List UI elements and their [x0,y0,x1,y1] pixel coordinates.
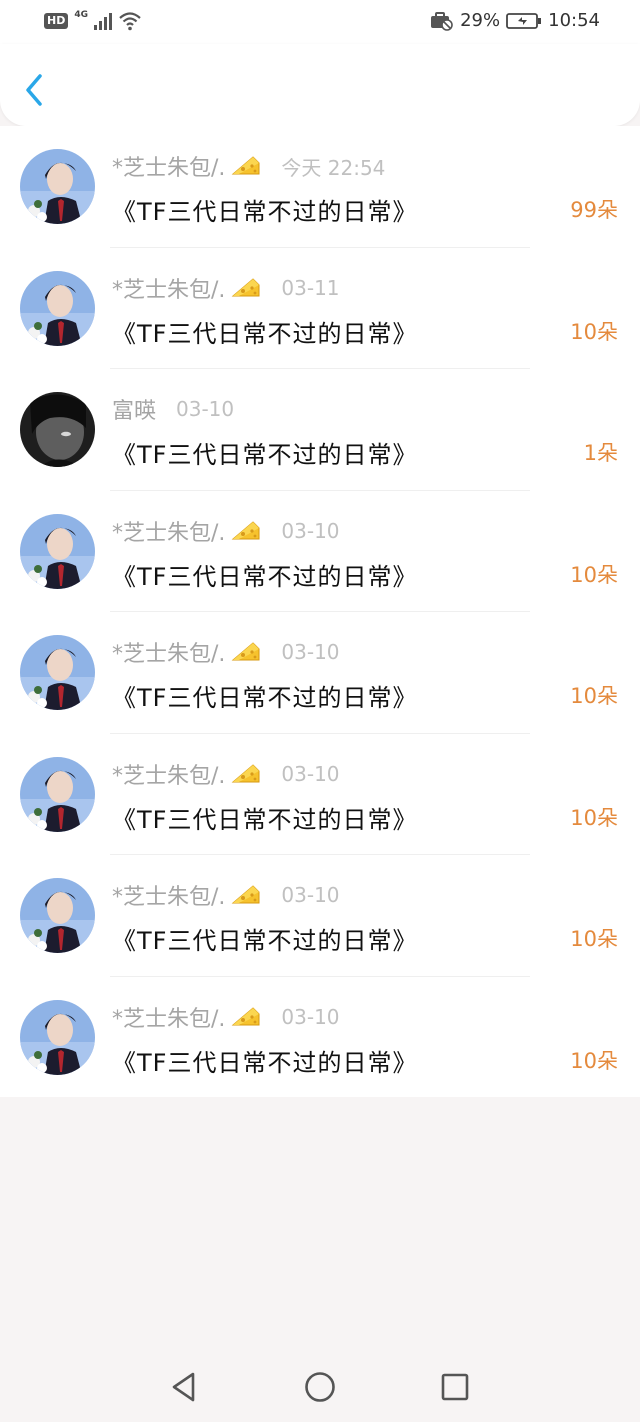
triangle-back-icon[interactable] [166,1369,202,1405]
message-title: 《TF三代日常不过的日常》 [112,805,418,834]
header [0,44,640,126]
flower-count: 10朵 [570,927,618,951]
message-time: 03-10 [281,640,340,664]
sender-name: *芝士朱包/. [112,763,226,789]
list-item[interactable]: *芝士朱包/. 03-10 《TF三代日常不过的日常》 10朵 [0,977,640,1099]
screen: HD 4G 29% 10:54 *芝士朱包/. 今天 22:54 《TF三代日常… [0,0,640,1422]
flower-count: 99朵 [570,198,618,222]
sender-line: *芝士朱包/. 今天 22:54 [112,150,385,182]
status-left: HD 4G [44,10,142,31]
list-item[interactable]: 富暎 03-10 《TF三代日常不过的日常》 1朵 [0,369,640,491]
message-title: 《TF三代日常不过的日常》 [112,198,418,226]
sender-line: *芝士朱包/. 03-10 [112,758,340,790]
message-title: 《TF三代日常不过的日常》 [112,684,418,712]
sender-line: *芝士朱包/. 03-11 [112,272,340,304]
message-title: 《TF三代日常不过的日常》 [112,927,418,955]
sender-name: *芝士朱包/. [112,520,226,546]
message-time: 03-11 [281,275,340,300]
list-item[interactable]: *芝士朱包/. 今天 22:54 《TF三代日常不过的日常》 99朵 [0,126,640,248]
avatar[interactable] [20,878,95,953]
sender-name: 富暎 [112,399,157,424]
flower-count: 10朵 [570,684,618,708]
cheese-icon [232,156,260,175]
hd-badge: HD [44,13,69,29]
message-title: 《TF三代日常不过的日常》 [112,1048,418,1077]
cheese-icon [232,1006,260,1025]
navigation-bar [0,1350,640,1422]
message-time: 03-10 [281,518,340,543]
status-right: 29% 10:54 [430,10,600,31]
sender-line: *芝士朱包/. 03-10 [112,879,340,911]
flower-count: 10朵 [570,1048,618,1073]
sender-line: *芝士朱包/. 03-10 [112,636,340,668]
flower-count: 10朵 [570,562,618,587]
message-time: 03-10 [281,1004,340,1029]
flower-count: 10朵 [570,319,618,344]
list-item[interactable]: *芝士朱包/. 03-10 《TF三代日常不过的日常》 10朵 [0,612,640,734]
avatar[interactable] [20,756,95,832]
message-title: 《TF三代日常不过的日常》 [112,319,418,348]
network-type: 4G [74,10,88,20]
chevron-left-icon[interactable] [18,70,52,110]
cheese-icon [232,885,260,904]
message-list: *芝士朱包/. 今天 22:54 《TF三代日常不过的日常》 99朵 *芝士朱包/. 03… [0,126,640,1097]
clock: 10:54 [548,10,600,31]
signal-icon [94,12,112,30]
message-time: 03-10 [281,883,340,907]
message-time: 03-10 [281,761,340,786]
avatar[interactable] [20,270,95,346]
list-item[interactable]: *芝士朱包/. 03-11 《TF三代日常不过的日常》 10朵 [0,248,640,369]
sender-line: *芝士朱包/. 03-10 [112,515,340,547]
avatar[interactable] [20,149,95,224]
cheese-icon [232,277,260,296]
message-time: 03-10 [176,397,235,421]
list-item[interactable]: *芝士朱包/. 03-10 《TF三代日常不过的日常》 10朵 [0,491,640,612]
sender-line: 富暎 03-10 [112,393,234,425]
avatar[interactable] [20,999,95,1075]
message-title: 《TF三代日常不过的日常》 [112,562,418,591]
sender-line: *芝士朱包/. 03-10 [112,1001,340,1033]
sender-name: *芝士朱包/. [112,277,226,303]
circle-home-icon[interactable] [302,1369,338,1405]
wifi-icon [119,12,141,31]
sender-name: *芝士朱包/. [112,885,226,910]
status-bar: HD 4G 29% 10:54 [0,0,640,44]
avatar[interactable] [20,635,95,710]
cheese-icon [232,520,260,539]
battery-percent: 29% [460,10,501,31]
message-title: 《TF三代日常不过的日常》 [112,441,418,469]
message-time: 今天 22:54 [281,155,386,180]
list-item[interactable]: *芝士朱包/. 03-10 《TF三代日常不过的日常》 10朵 [0,734,640,855]
briefcase-icon [431,11,453,31]
flower-count: 1朵 [583,441,618,465]
avatar[interactable] [20,392,95,467]
list-item[interactable]: *芝士朱包/. 03-10 《TF三代日常不过的日常》 10朵 [0,855,640,977]
sender-name: *芝士朱包/. [112,642,226,667]
sender-name: *芝士朱包/. [112,156,226,181]
battery-charging-icon [506,12,542,29]
cheese-icon [232,642,260,661]
avatar[interactable] [20,513,95,589]
flower-count: 10朵 [570,805,618,830]
cheese-icon [232,763,260,782]
square-recents-icon[interactable] [437,1369,473,1405]
sender-name: *芝士朱包/. [112,1006,226,1032]
